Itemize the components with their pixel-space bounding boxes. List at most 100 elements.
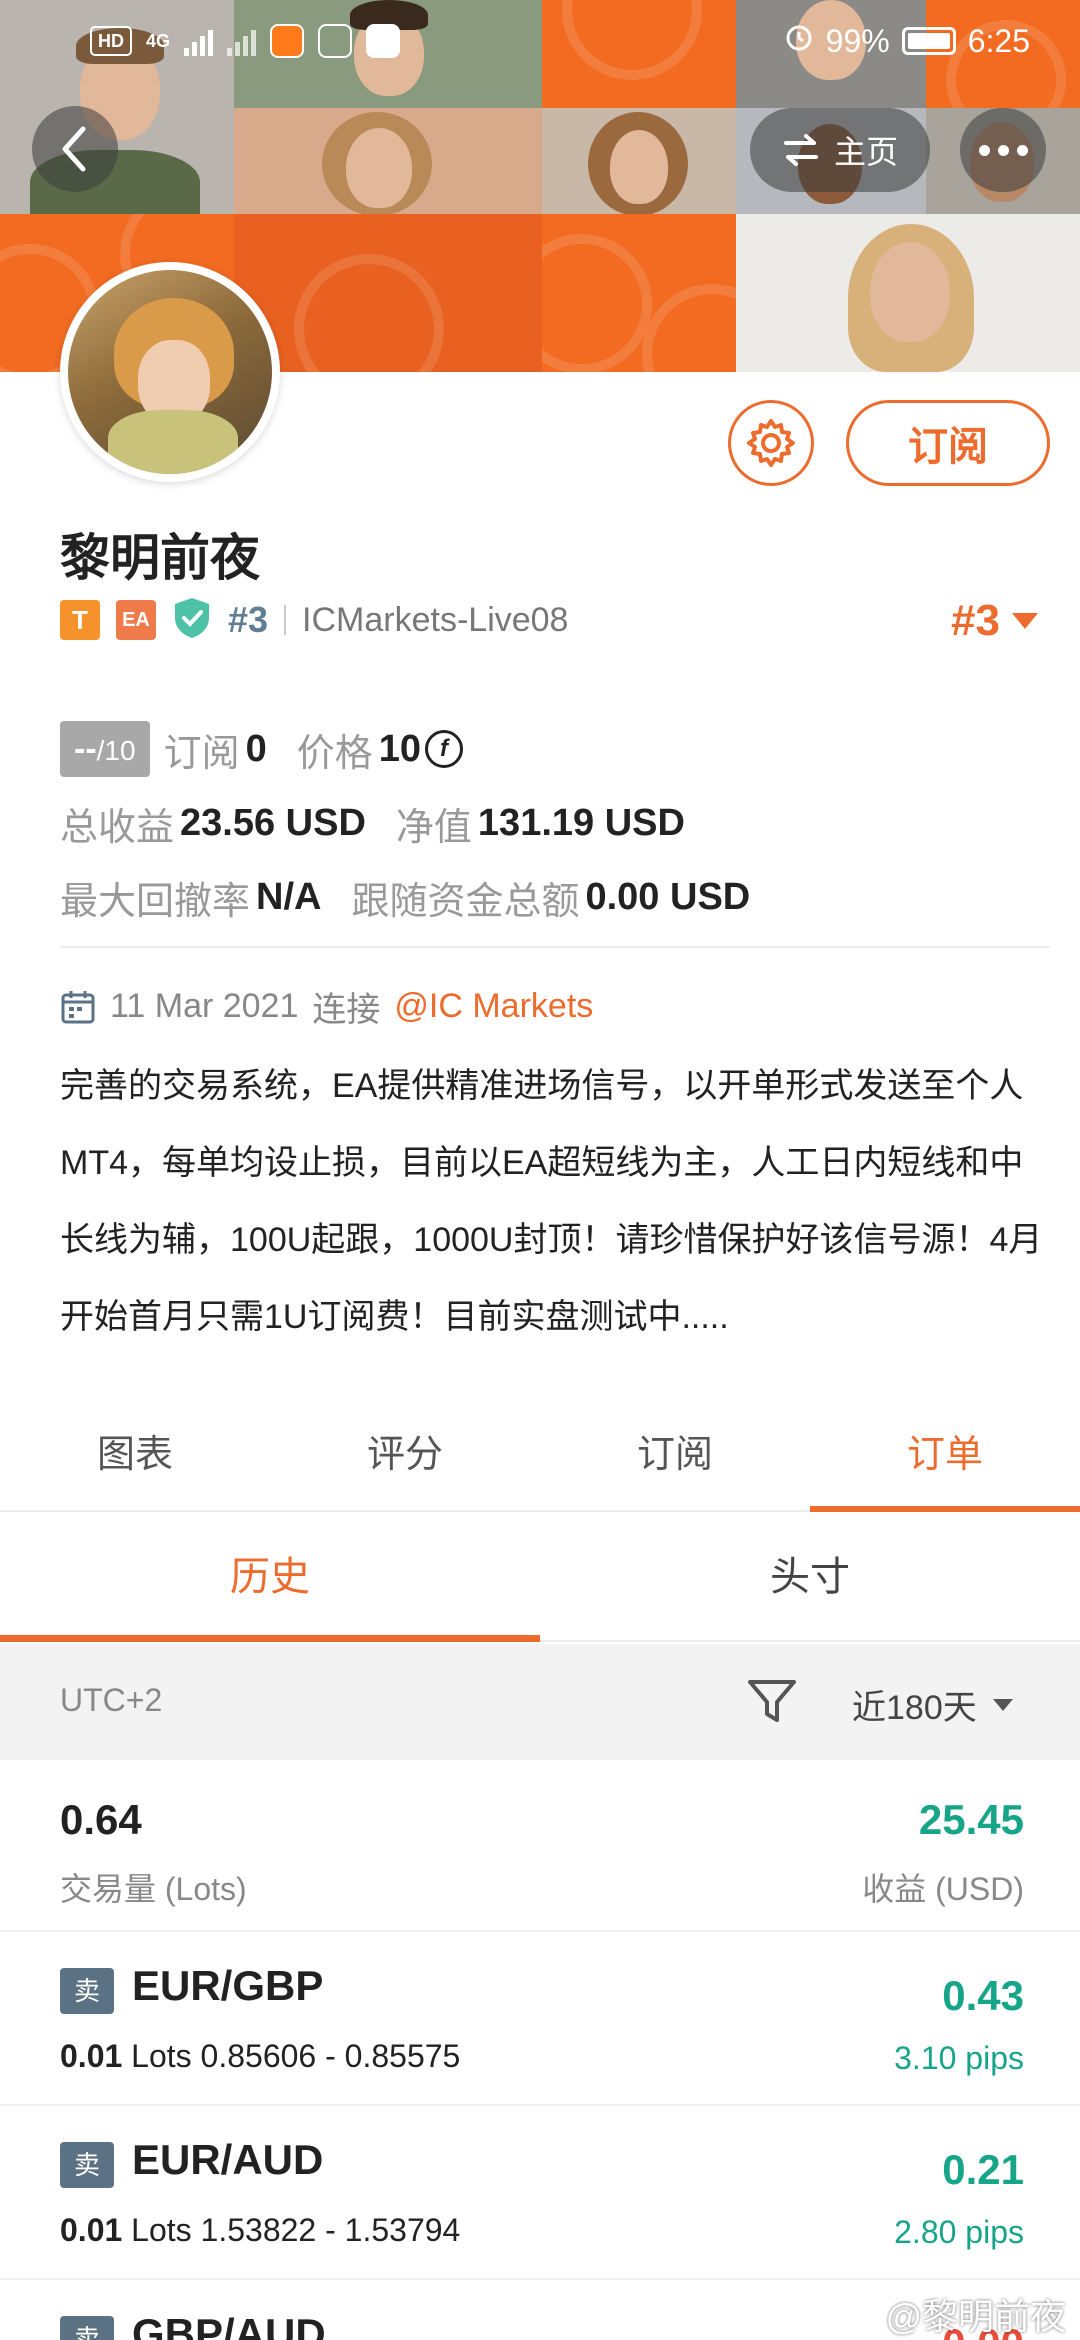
order-row[interactable]: 卖 EUR/AUD 0.01 Lots 1.53822 - 1.53794 0.…: [0, 2108, 1080, 2280]
connection-info: 11 Mar 2021 连接 @IC Markets: [60, 982, 593, 1031]
verified-shield-icon: [172, 596, 212, 645]
order-profit: 0.21: [942, 2146, 1024, 2193]
subtab-history[interactable]: 历史: [0, 1514, 540, 1642]
equity-label: 净值: [395, 806, 472, 849]
gear-icon: [747, 419, 795, 467]
main-tabs: 图表 评分 订阅 订单: [0, 1400, 1080, 1512]
subscribe-count: 0: [245, 727, 267, 770]
trader-badges: T EA #3 ICMarkets-Live08: [60, 596, 568, 644]
orders-summary: 0.64 交易量 (Lots) 25.45 收益 (USD): [0, 1760, 1080, 1932]
watermark: @黎明前夜: [845, 2288, 1066, 2340]
video-app-icon: [270, 24, 305, 58]
more-dot-icon: [1016, 144, 1028, 156]
order-subtabs: 历史 头寸: [0, 1514, 1080, 1642]
signal-no-service-icon: [227, 26, 257, 56]
order-pair: EUR/GBP: [132, 1962, 324, 2009]
caret-down-icon: [992, 1698, 1013, 1711]
strategy-description: 完善的交易系统，EA提供精准进场信号，以开单形式发送至个人MT4，每单均设止损，…: [60, 1067, 1043, 1336]
signal-icon: [184, 26, 214, 56]
drawdown-label: 最大回撤率: [60, 880, 251, 923]
more-dot-icon: [978, 144, 990, 156]
tab-rating[interactable]: 评分: [270, 1400, 540, 1510]
section-divider: [60, 946, 1050, 948]
price-value: 10: [378, 727, 422, 770]
settings-button[interactable]: [728, 400, 814, 486]
trader-stats: --/10 订阅 0 价格 10 f 总收益 23.56 USD 净值 131.…: [60, 712, 1040, 934]
total-profit-value: 23.56 USD: [180, 801, 366, 844]
total-volume: 0.64: [60, 1796, 142, 1843]
total-profit-label: 总收益: [60, 806, 175, 849]
swap-icon: [783, 134, 818, 166]
home-label: 主页: [833, 134, 898, 170]
follow-funds-value: 0.00 USD: [585, 875, 751, 918]
order-profit: 0.43: [942, 1972, 1024, 2019]
caret-down-icon: [1012, 613, 1038, 629]
home-switch-button[interactable]: 主页: [750, 108, 930, 192]
equity-value: 131.19 USD: [477, 801, 685, 844]
filter-icon[interactable]: [744, 1674, 800, 1730]
order-pair: EUR/AUD: [132, 2136, 324, 2183]
trader-name: 黎明前夜: [60, 530, 260, 586]
status-left-icons: HD 4G: [90, 24, 401, 58]
rank-value: #3: [951, 596, 1000, 645]
period-value: 近180天: [852, 1689, 977, 1727]
more-options-button[interactable]: [960, 108, 1046, 192]
divider: [284, 605, 287, 635]
order-pips: 3.10 pips: [894, 2040, 1024, 2076]
order-pair: GBP/AUD: [132, 2310, 326, 2340]
order-lots-prices: 0.01 Lots 0.85606 - 0.85575: [60, 2038, 461, 2074]
filter-bar: UTC+2 近180天: [0, 1644, 1080, 1760]
drawdown-value: N/A: [256, 875, 322, 918]
subtab-positions[interactable]: 头寸: [540, 1514, 1080, 1640]
battery-percent: 99%: [825, 22, 890, 59]
connection-label: 连接: [312, 991, 381, 1029]
tab-subscription[interactable]: 订阅: [540, 1400, 810, 1510]
timezone-label: UTC+2: [60, 1682, 163, 1718]
score-box: --/10: [60, 721, 150, 777]
hd-indicator: HD: [90, 26, 132, 56]
badge-t: T: [60, 600, 100, 640]
order-side-badge: 卖: [60, 2316, 114, 2340]
subscribe-button[interactable]: 订阅: [846, 400, 1050, 486]
avatar[interactable]: [60, 262, 280, 482]
price-label: 价格: [296, 732, 373, 775]
cover-photo-tile: [234, 108, 542, 214]
app-notification-icon: [366, 24, 401, 58]
rank-label: #3: [228, 599, 269, 640]
badge-ea: EA: [116, 600, 156, 640]
cover-photo-tile: [736, 214, 1080, 372]
chevron-left-icon: [62, 126, 86, 172]
alarm-icon: [784, 22, 814, 60]
broker-link[interactable]: @IC Markets: [394, 987, 593, 1026]
cover-pattern-tile: [234, 214, 542, 372]
order-pips: 2.80 pips: [894, 2214, 1024, 2250]
status-bar: HD 4G 99% 6:25: [0, 0, 1080, 84]
volume-label: 交易量 (Lots): [60, 1871, 247, 1907]
status-right-icons: 99% 6:25: [784, 22, 1030, 60]
period-dropdown[interactable]: 近180天: [852, 1680, 1015, 1729]
calendar-icon: [61, 990, 95, 1023]
total-profit: 25.45: [918, 1796, 1024, 1843]
network-type: 4G: [146, 30, 171, 51]
battery-icon: [901, 27, 956, 55]
connection-date: 11 Mar 2021: [110, 987, 299, 1025]
server-name: ICMarkets-Live08: [302, 600, 569, 639]
back-button[interactable]: [32, 106, 118, 192]
watermark-text: @黎明前夜: [885, 2296, 1066, 2337]
profit-label: 收益 (USD): [862, 1871, 1024, 1907]
tab-orders[interactable]: 订单: [810, 1400, 1080, 1512]
order-side-badge: 卖: [60, 2142, 114, 2188]
tab-chart[interactable]: 图表: [0, 1400, 270, 1510]
clock-time: 6:25: [967, 22, 1030, 59]
rank-dropdown[interactable]: #3: [951, 596, 1040, 646]
order-row[interactable]: 卖 EUR/GBP 0.01 Lots 0.85606 - 0.85575 0.…: [0, 1934, 1080, 2106]
weibo-logo-icon: [845, 2302, 879, 2328]
more-dot-icon: [997, 144, 1009, 156]
cover-pattern-tile: [542, 214, 736, 372]
coin-icon: f: [425, 730, 464, 768]
order-side-badge: 卖: [60, 1968, 114, 2014]
order-lots-prices: 0.01 Lots 1.53822 - 1.53794: [60, 2212, 461, 2248]
subscribe-count-label: 订阅: [163, 732, 240, 775]
hand-app-icon: [318, 24, 353, 58]
follow-funds-label: 跟随资金总额: [351, 880, 580, 923]
